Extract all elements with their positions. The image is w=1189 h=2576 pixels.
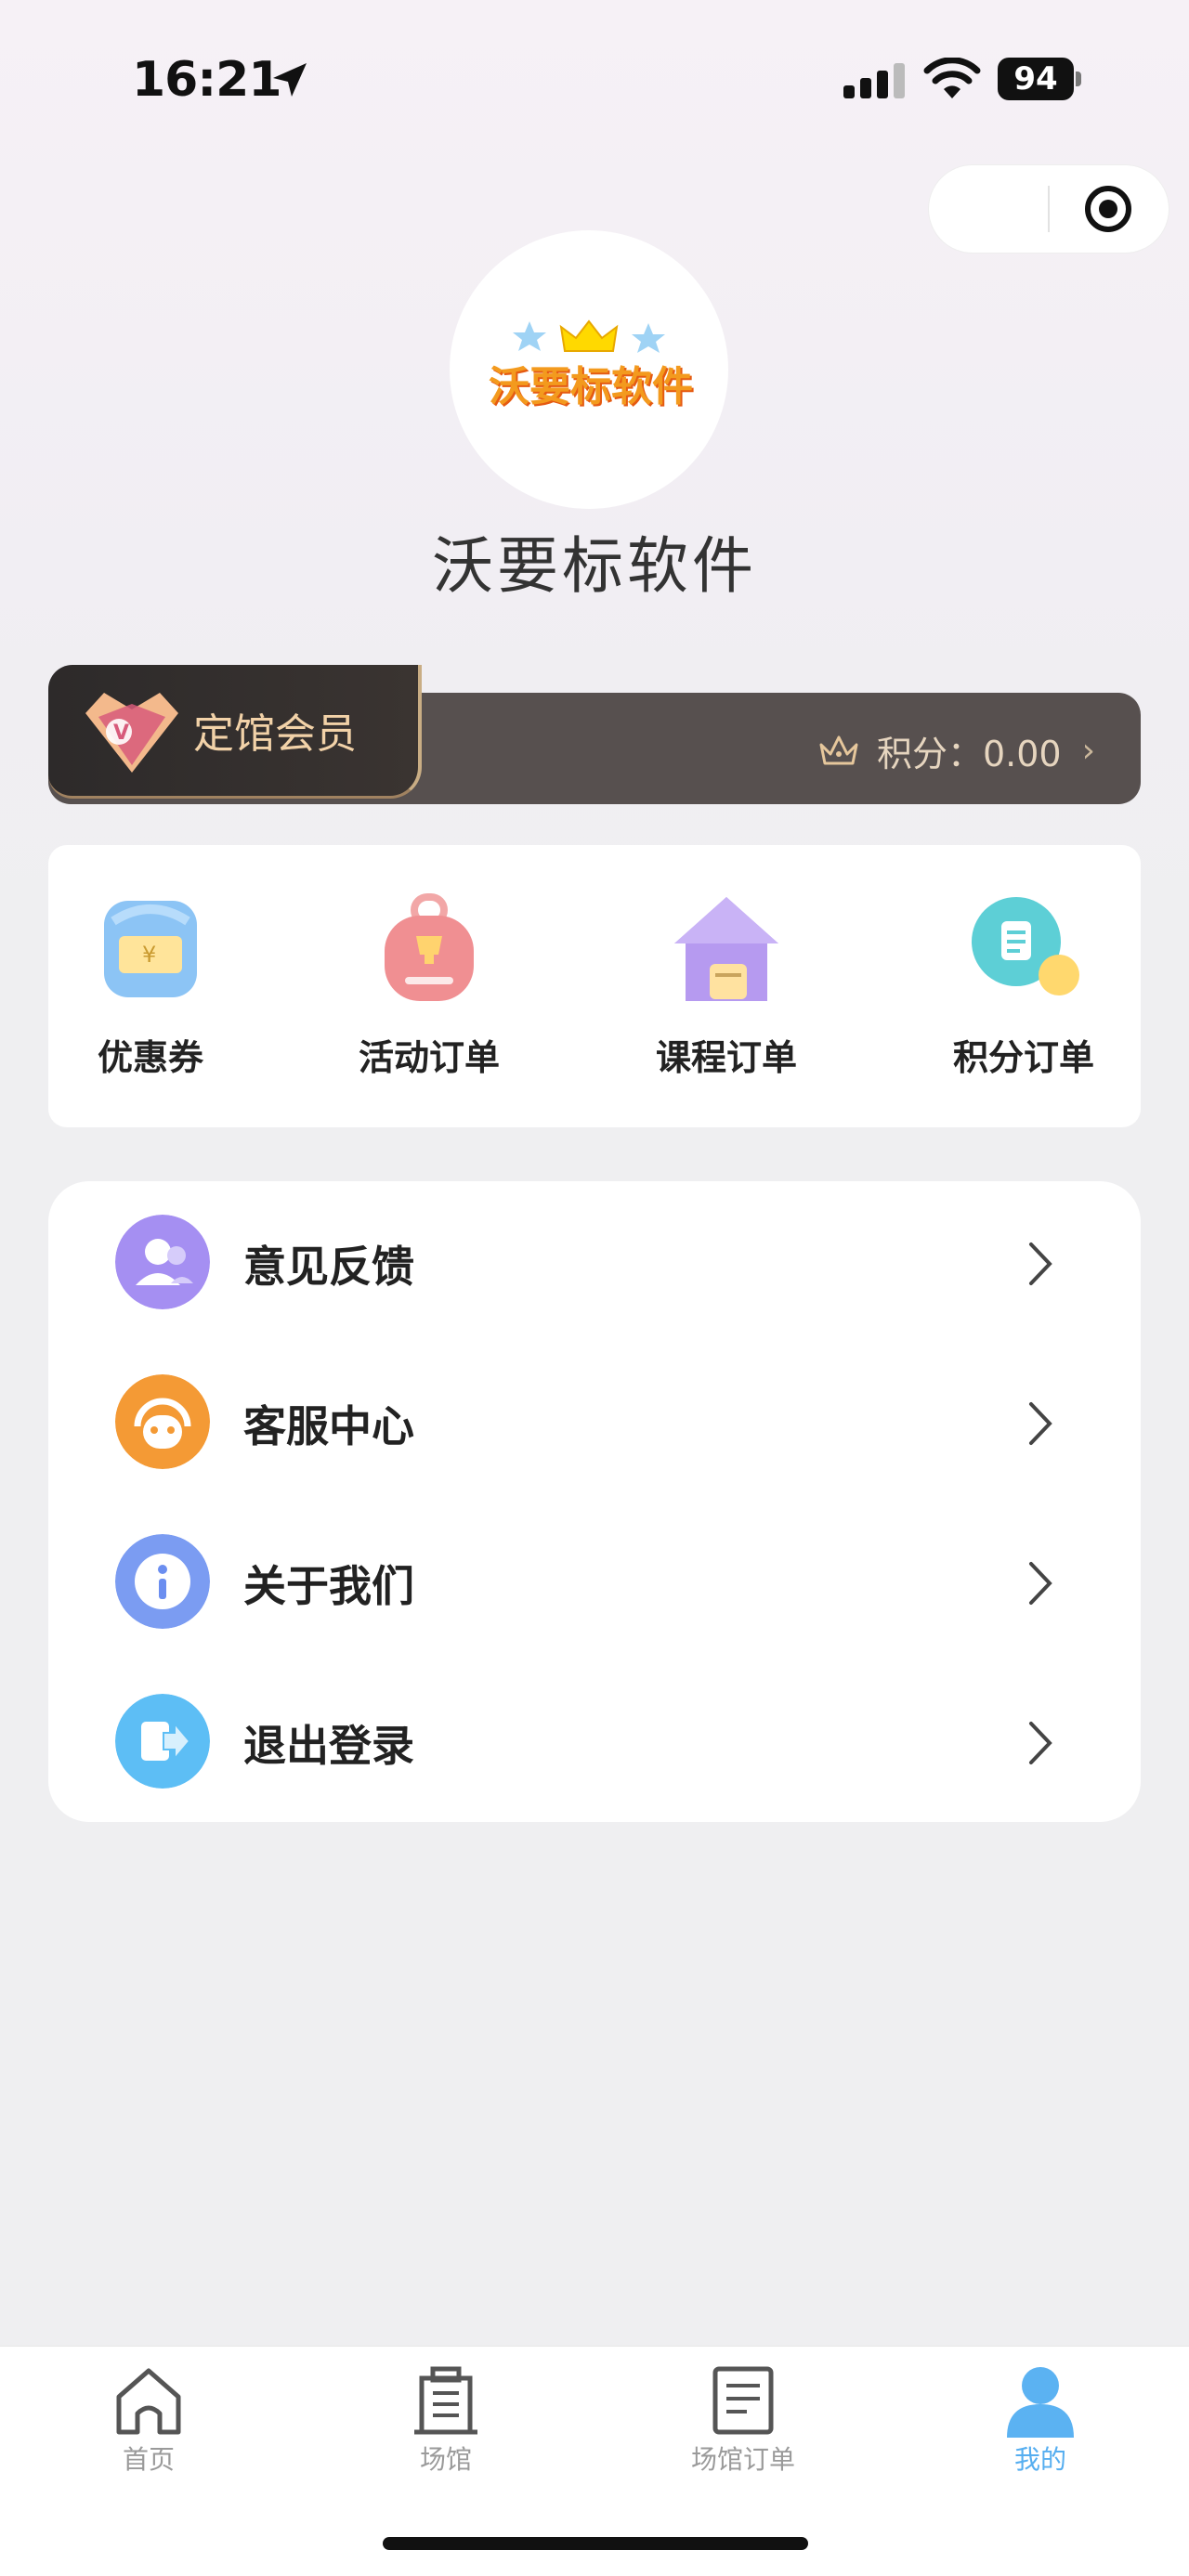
quick-item-coupon[interactable]: ¥ 优惠券 <box>48 893 253 1080</box>
battery-cap <box>1076 72 1081 86</box>
wifi-icon <box>923 58 981 98</box>
points-order-icon <box>968 893 1079 1005</box>
profile-page: 16:21 94 沃要标软件 沃要标软件 V 定馆会员 积分：0.00 › ¥ … <box>0 0 1189 2576</box>
miniprogram-capsule <box>929 165 1169 253</box>
tab-label: 场馆订单 <box>690 2444 795 2475</box>
app-logo: 沃要标软件 <box>450 230 728 509</box>
battery-level: 94 <box>998 58 1074 100</box>
vip-gem-icon: V <box>85 693 178 773</box>
member-title: 定馆会员 <box>193 710 357 758</box>
points-link[interactable]: 积分：0.00 › <box>817 724 1095 776</box>
profile-icon <box>947 2358 1133 2438</box>
tab-venue[interactable]: 场馆 <box>353 2358 539 2477</box>
chevron-right-icon: › <box>1081 731 1096 770</box>
quick-label: 积分订单 <box>952 1037 1094 1078</box>
close-target-icon[interactable] <box>1085 186 1131 232</box>
course-order-icon <box>671 893 782 1005</box>
crown-icon <box>819 735 858 765</box>
menu-item-about[interactable]: 关于我们 <box>48 1501 1141 1660</box>
quick-label: 活动订单 <box>358 1037 500 1078</box>
chevron-right-icon <box>1029 1242 1052 1285</box>
chevron-right-icon <box>1029 1562 1052 1605</box>
tab-profile[interactable]: 我的 <box>947 2358 1133 2477</box>
location-arrow-icon <box>273 63 307 97</box>
activity-order-icon <box>373 893 485 1005</box>
menu-item-feedback[interactable]: 意见反馈 <box>48 1181 1141 1341</box>
quick-label: 优惠券 <box>97 1037 203 1078</box>
quick-menu-card: ¥ 优惠券 活动订单 课程订单 积分订单 <box>48 845 1141 1127</box>
points-value: 积分：0.00 <box>877 733 1062 774</box>
tab-label: 首页 <box>122 2444 175 2475</box>
svg-text:¥: ¥ <box>142 942 156 968</box>
quick-item-activity-order[interactable]: 活动订单 <box>327 893 531 1080</box>
svg-text:V: V <box>113 722 129 745</box>
quick-label: 课程订单 <box>655 1037 797 1078</box>
menu-list-card: 意见反馈 客服中心 关于我们 退出登录 <box>48 1181 1141 1822</box>
feedback-icon <box>115 1215 210 1309</box>
tab-label: 我的 <box>1013 2444 1066 2475</box>
logout-icon <box>115 1694 210 1789</box>
app-name: 沃要标软件 <box>432 530 757 602</box>
chevron-right-icon <box>1029 1722 1052 1764</box>
capsule-divider <box>1048 186 1050 232</box>
customer-service-icon <box>115 1374 210 1469</box>
member-badge[interactable]: V 定馆会员 <box>48 665 422 799</box>
menu-item-label: 意见反馈 <box>243 1242 414 1292</box>
tab-label: 场馆 <box>419 2444 472 2475</box>
quick-item-course-order[interactable]: 课程订单 <box>624 893 829 1080</box>
menu-item-label: 退出登录 <box>243 1721 414 1771</box>
quick-item-points-order[interactable]: 积分订单 <box>921 893 1126 1080</box>
menu-item-logout[interactable]: 退出登录 <box>48 1660 1141 1820</box>
chevron-right-icon <box>1029 1402 1052 1445</box>
tab-home[interactable]: 首页 <box>56 2358 242 2477</box>
home-icon <box>56 2358 242 2438</box>
menu-item-label: 关于我们 <box>243 1561 414 1611</box>
status-time: 16:21 <box>132 52 282 108</box>
home-indicator <box>383 2537 808 2550</box>
battery-indicator: 94 <box>998 58 1081 100</box>
logo-text: 沃要标软件 <box>489 363 693 410</box>
cellular-signal-icon <box>843 63 905 98</box>
info-icon <box>115 1534 210 1629</box>
menu-item-label: 客服中心 <box>243 1401 414 1451</box>
venue-order-icon <box>650 2358 836 2438</box>
menu-item-customer-service[interactable]: 客服中心 <box>48 1341 1141 1501</box>
venue-icon <box>353 2358 539 2438</box>
coupon-icon: ¥ <box>95 893 206 1005</box>
tab-venue-orders[interactable]: 场馆订单 <box>650 2358 836 2477</box>
